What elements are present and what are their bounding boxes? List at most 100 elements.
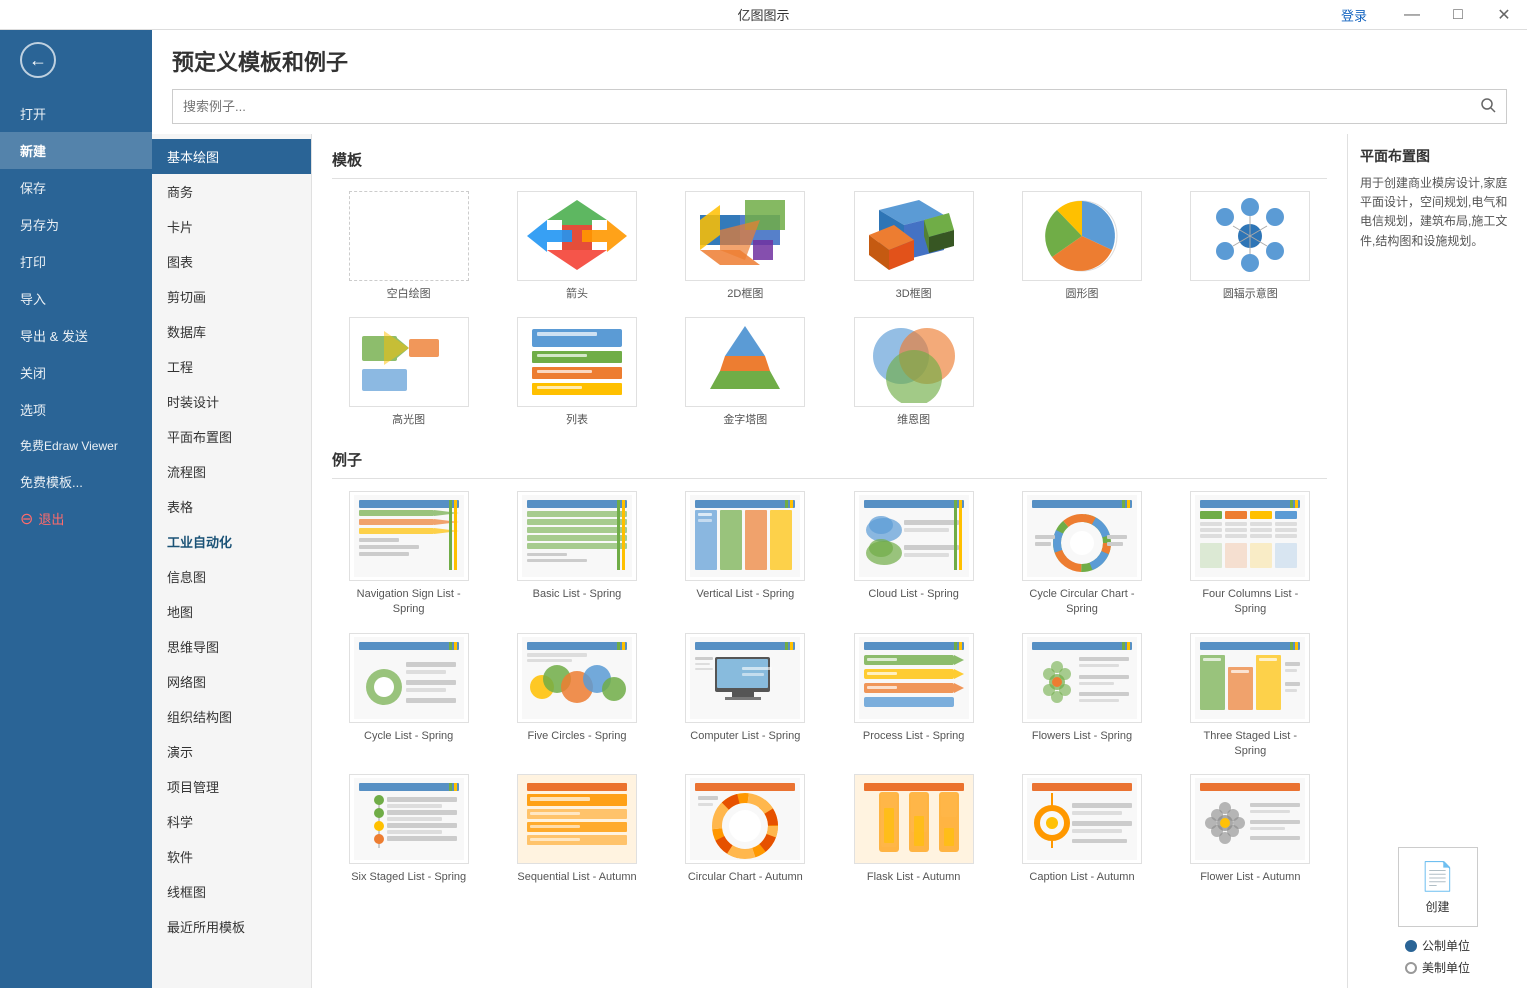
sidebar-item-print[interactable]: 打印: [0, 243, 152, 280]
unit-imperial[interactable]: 美制单位: [1405, 959, 1470, 976]
category-item-presentation[interactable]: 演示: [152, 734, 311, 769]
example-nav-sign[interactable]: Navigation Sign List - Spring: [332, 491, 485, 618]
template-3d[interactable]: 3D框图: [837, 191, 990, 302]
imperial-radio-icon: [1405, 962, 1417, 974]
category-item-software[interactable]: 软件: [152, 839, 311, 874]
template-list[interactable]: 列表: [500, 317, 653, 428]
example-vertical-list[interactable]: Vertical List - Spring: [669, 491, 822, 618]
three-staged-svg: [1195, 637, 1305, 719]
back-button[interactable]: ←: [0, 30, 152, 90]
window-controls: — □ ✕: [1389, 0, 1527, 30]
category-item-database[interactable]: 数据库: [152, 314, 311, 349]
example-sequential[interactable]: Sequential List - Autumn: [500, 774, 653, 885]
category-item-floorplan[interactable]: 平面布置图: [152, 419, 311, 454]
sidebar-item-open[interactable]: 打开: [0, 95, 152, 132]
template-thumb-pyramid: [685, 317, 805, 407]
template-thumb-radial: [1190, 191, 1310, 281]
template-thumb-circle: [1022, 191, 1142, 281]
example-process-list[interactable]: Process List - Spring: [837, 633, 990, 760]
sidebar-item-export[interactable]: 导出 & 发送: [0, 317, 152, 354]
caption-list-svg: [1027, 778, 1137, 860]
maximize-button[interactable]: □: [1435, 0, 1481, 30]
example-thumb-cycle-list: [349, 633, 469, 723]
template-arrow[interactable]: 箭头: [500, 191, 653, 302]
minimize-button[interactable]: —: [1389, 0, 1435, 30]
category-item-wireframe[interactable]: 线框图: [152, 874, 311, 909]
template-label-highlight: 高光图: [392, 413, 425, 428]
template-radial[interactable]: 圆辐示意图: [1174, 191, 1327, 302]
example-cycle-chart[interactable]: Cycle Circular Chart - Spring: [1005, 491, 1158, 618]
category-item-industrial[interactable]: 工业自动化: [152, 524, 311, 559]
category-item-project[interactable]: 项目管理: [152, 769, 311, 804]
titlebar: 亿图图示 — □ ✕ 登录: [0, 0, 1527, 30]
category-item-fashion[interactable]: 时装设计: [152, 384, 311, 419]
example-label-five-circles: Five Circles - Spring: [527, 729, 626, 744]
category-item-science[interactable]: 科学: [152, 804, 311, 839]
template-pyramid[interactable]: 金字塔图: [669, 317, 822, 428]
template-label-3d: 3D框图: [896, 287, 932, 302]
template-label-list: 列表: [566, 413, 588, 428]
template-blank[interactable]: 空白绘图: [332, 191, 485, 302]
sidebar-item-new[interactable]: 新建: [0, 132, 152, 169]
example-flower-list[interactable]: Flower List - Autumn: [1174, 774, 1327, 885]
example-basic-list[interactable]: Basic List - Spring: [500, 491, 653, 618]
process-list-svg: [859, 637, 969, 719]
category-item-map[interactable]: 地图: [152, 594, 311, 629]
template-circle[interactable]: 圆形图: [1005, 191, 1158, 302]
example-flask-list[interactable]: Flask List - Autumn: [837, 774, 990, 885]
example-label-three-staged: Three Staged List - Spring: [1190, 729, 1310, 760]
sidebar-item-edraw-viewer[interactable]: 免费Edraw Viewer: [0, 428, 152, 463]
template-2d[interactable]: 2D框图: [669, 191, 822, 302]
sidebar-item-close[interactable]: 关闭: [0, 354, 152, 391]
example-caption-list[interactable]: Caption List - Autumn: [1005, 774, 1158, 885]
category-item-chart[interactable]: 图表: [152, 244, 311, 279]
category-item-table[interactable]: 表格: [152, 489, 311, 524]
template-venn[interactable]: 维恩图: [837, 317, 990, 428]
content-header: 预定义模板和例子: [152, 30, 1527, 134]
four-columns-svg: [1195, 495, 1305, 577]
example-circular-chart[interactable]: Circular Chart - Autumn: [669, 774, 822, 885]
category-item-flowchart[interactable]: 流程图: [152, 454, 311, 489]
category-item-network[interactable]: 网络图: [152, 664, 311, 699]
login-button[interactable]: 登录: [1341, 5, 1367, 24]
unit-metric[interactable]: 公制单位: [1405, 937, 1470, 954]
example-four-columns[interactable]: Four Columns List - Spring: [1174, 491, 1327, 618]
category-item-mindmap[interactable]: 思维导图: [152, 629, 311, 664]
examples-section-title: 例子: [332, 449, 1327, 479]
sidebar-item-exit[interactable]: ⊖退出: [0, 500, 152, 538]
category-item-infographic[interactable]: 信息图: [152, 559, 311, 594]
sidebar-item-save[interactable]: 保存: [0, 169, 152, 206]
sidebar-item-saveas[interactable]: 另存为: [0, 206, 152, 243]
template-highlight[interactable]: 高光图: [332, 317, 485, 428]
category-item-card[interactable]: 卡片: [152, 209, 311, 244]
category-item-org[interactable]: 组织结构图: [152, 699, 311, 734]
create-button[interactable]: 📄 创建: [1398, 847, 1478, 927]
sidebar-item-options[interactable]: 选项: [0, 391, 152, 428]
category-item-engineering[interactable]: 工程: [152, 349, 311, 384]
example-thumb-six-staged: [349, 774, 469, 864]
sidebar-item-free-templates[interactable]: 免费模板...: [0, 463, 152, 500]
category-item-clipart[interactable]: 剪切画: [152, 279, 311, 314]
example-cloud-list[interactable]: Cloud List - Spring: [837, 491, 990, 618]
example-label-caption-list: Caption List - Autumn: [1029, 870, 1134, 885]
category-item-basic[interactable]: 基本绘图: [152, 139, 311, 174]
flowers-list-svg: [1027, 637, 1137, 719]
circular-chart-svg: [690, 778, 800, 860]
search-input[interactable]: [173, 92, 1470, 121]
3d-svg: [859, 195, 969, 277]
template-thumb-3d: [854, 191, 974, 281]
example-six-staged[interactable]: Six Staged List - Spring: [332, 774, 485, 885]
example-computer-list[interactable]: Computer List - Spring: [669, 633, 822, 760]
category-item-business[interactable]: 商务: [152, 174, 311, 209]
example-flowers-list[interactable]: Flowers List - Spring: [1005, 633, 1158, 760]
example-five-circles[interactable]: Five Circles - Spring: [500, 633, 653, 760]
example-thumb-five-circles: [517, 633, 637, 723]
example-three-staged[interactable]: Three Staged List - Spring: [1174, 633, 1327, 760]
close-button[interactable]: ✕: [1481, 0, 1527, 30]
category-item-recent[interactable]: 最近所用模板: [152, 909, 311, 944]
example-cycle-list[interactable]: Cycle List - Spring: [332, 633, 485, 760]
sidebar-item-import[interactable]: 导入: [0, 280, 152, 317]
templates-section-title: 模板: [332, 149, 1327, 179]
search-button[interactable]: [1470, 90, 1506, 123]
example-thumb-process-list: [854, 633, 974, 723]
